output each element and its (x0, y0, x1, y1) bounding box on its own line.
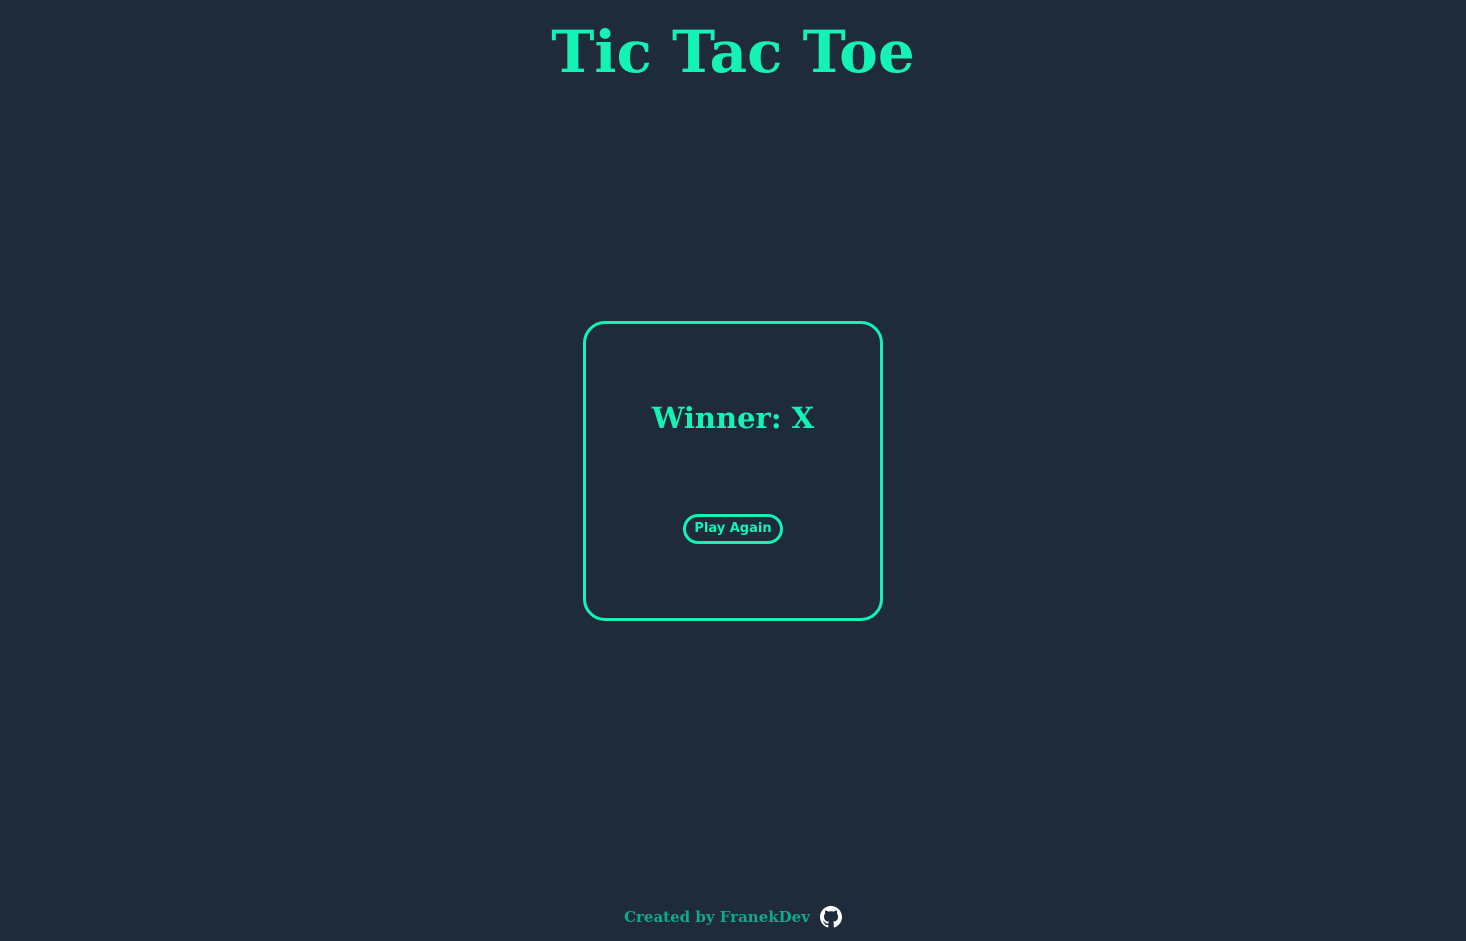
footer-credit: Created by FranekDev (624, 908, 810, 926)
play-again-button[interactable]: Play Again (683, 514, 783, 544)
game-result-panel: Winner: X Play Again (583, 321, 883, 621)
github-link[interactable] (819, 906, 842, 928)
winner-text: Winner: X (651, 401, 815, 435)
github-icon (819, 906, 842, 928)
page-title: Tic Tac Toe (551, 18, 915, 86)
footer: Created by FranekDev (0, 902, 1466, 932)
